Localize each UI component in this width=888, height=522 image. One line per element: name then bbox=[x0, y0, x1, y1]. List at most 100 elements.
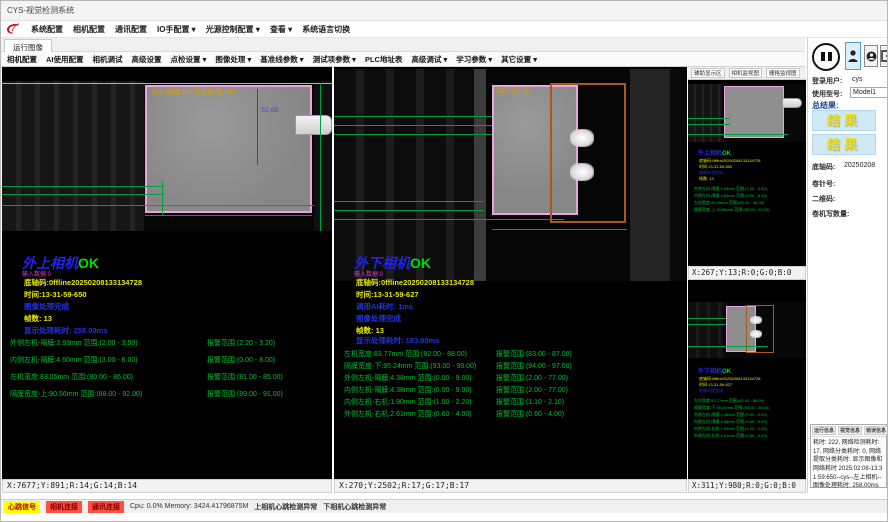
thumb-measure: 外侧左机-右机:2.61mm 范围:(0.60 - 4.00) bbox=[694, 433, 767, 439]
green-measure-line bbox=[334, 210, 484, 211]
measurement-alarm: 报警范围:(2.00 - 77.00) bbox=[496, 385, 568, 395]
thumb-measure: 外侧左机-隔膜:4.38mm 范围:(0.00 - 9.00) bbox=[694, 412, 767, 418]
pause-button[interactable] bbox=[812, 43, 840, 71]
log-tab-vision-info[interactable]: 视觉信息 bbox=[838, 426, 862, 435]
measurement-alarm: 报警范围:(83.00 - 87.00) bbox=[496, 349, 572, 359]
bright-tab-blob bbox=[570, 163, 594, 181]
user-button[interactable] bbox=[864, 45, 878, 67]
thumbnail-upper-camera[interactable]: 外上相机OK 底轴码:0ffline20250208133134728 时间:1… bbox=[688, 80, 806, 266]
thumbnail-tab-strip: 辅助显示区 相机监视图 栅格监视图 bbox=[688, 67, 806, 80]
bottom-axis-code-value: 20250208 bbox=[844, 162, 875, 169]
yellow-reference-line bbox=[2, 83, 332, 84]
thumb-camera-title: 外上相机OK bbox=[698, 148, 731, 157]
exit-button[interactable] bbox=[880, 45, 888, 67]
thumb-coord-bar-2: X:311;Y:980;R:0;G:0;B:0 bbox=[688, 479, 806, 493]
tool-spot-check[interactable]: 点检设置 ▾ bbox=[171, 54, 207, 65]
tool-plc-table[interactable]: PLC地址表 bbox=[365, 54, 403, 65]
tool-test-params[interactable]: 测试项参数 ▾ bbox=[313, 54, 356, 65]
tool-camera-config[interactable]: 相机配置 bbox=[7, 54, 37, 65]
menu-view[interactable]: 查看 ▾ bbox=[270, 24, 292, 35]
menu-system-config[interactable]: 系统配置 bbox=[31, 24, 63, 35]
measurement-row: 内侧左机-隔膜:4.38mm 范围:(0.00 - 9.00) 报警范围:(2.… bbox=[334, 385, 687, 395]
green-measure-line bbox=[334, 201, 484, 202]
machinery-right-band bbox=[630, 69, 670, 281]
processing-done-text: 图像处理完成 bbox=[356, 313, 401, 324]
measurement-alarm: 报警范围:(2.00 - 77.00) bbox=[496, 373, 568, 383]
measurement-alarm: 报警范围:(1.10 - 2.10) bbox=[496, 397, 564, 407]
tool-advanced-debug[interactable]: 高级调试 ▾ bbox=[411, 54, 447, 65]
measurement-value: 外侧左机-隔膜:2.93mm 范围:(2.00 - 3.50) bbox=[10, 338, 138, 348]
tool-other-settings[interactable]: 其它设置 ▾ bbox=[501, 54, 537, 65]
tool-image-processing[interactable]: 图像处理 ▾ bbox=[215, 54, 251, 65]
green-measure-vline bbox=[162, 181, 163, 215]
green-measure-line bbox=[2, 194, 164, 195]
frame-count-text: 帧数: 13 bbox=[24, 313, 52, 324]
thumb-measure: 左机宽度:83.77mm 范围:(82.00 - 88.00) bbox=[694, 398, 764, 404]
toolbar: 相机配置 AI使用配置 相机调试 高级设置 点检设置 ▾ 图像处理 ▾ 基准线参… bbox=[1, 52, 805, 67]
tool-camera-debug[interactable]: 相机调试 bbox=[93, 54, 123, 65]
measurement-row: 隔膜宽度-上:90.56mm 范围:(88.00 - 92.00) 报警范围:(… bbox=[2, 389, 332, 399]
green-measure-line bbox=[334, 134, 497, 135]
measurement-row: 左机宽度:83.77mm 范围:(82.00 - 88.00) 报警范围:(83… bbox=[334, 349, 687, 359]
green-edge-vline bbox=[320, 83, 321, 231]
green-measure-line bbox=[145, 215, 312, 216]
thumb-tab-camera-monitor[interactable]: 相机监视图 bbox=[729, 68, 763, 78]
tool-baseline-params[interactable]: 基准线参数 ▾ bbox=[260, 54, 303, 65]
measurement-row: 内侧左机-隔膜:4.60mm 范围:(3.00 - 6.00) 报警范围:(0.… bbox=[2, 355, 332, 365]
user-mode-button-active[interactable] bbox=[845, 42, 861, 70]
winding-pin-label: 卷针号: bbox=[812, 179, 835, 189]
tab-run-image[interactable]: 运行图像 bbox=[4, 39, 52, 52]
processing-done-text: 图像处理完成 bbox=[24, 301, 69, 312]
green-measure-line bbox=[334, 116, 497, 117]
menu-language-switch[interactable]: 系统语言切换 bbox=[302, 24, 350, 35]
qrcode-label: 二维码: bbox=[812, 194, 835, 204]
camera-image-lower: AI检测区域 bbox=[334, 69, 687, 281]
green-measure-line bbox=[2, 186, 164, 187]
menu-io-config[interactable]: IO手配置 ▾ bbox=[157, 24, 196, 35]
thumb-camera-ok: OK bbox=[722, 151, 731, 157]
blue-measure-value: 52.68 bbox=[261, 107, 279, 114]
lower-camera-alert: 下相机心跳检测异常 bbox=[323, 502, 386, 512]
log-tab-run-info[interactable]: 运行信息 bbox=[812, 426, 836, 435]
camera-image-upper: 好的阈值:93, 动态阈值:100 52.68 bbox=[2, 81, 332, 231]
menu-bar: 系统配置 相机配置 通讯配置 IO手配置 ▾ 光源控制配置 ▾ 查看 ▾ 系统语… bbox=[1, 21, 888, 38]
measurement-row: 内侧左机-右机:1.90mm 范围:(1.00 - 2.20) 报警范围:(1.… bbox=[334, 397, 687, 407]
camera-status-ok: OK bbox=[410, 255, 431, 271]
measurement-value: 外侧左机-隔膜:4.38mm 范围:(0.00 - 9.00) bbox=[344, 373, 472, 383]
login-user-label: 登录用户: bbox=[812, 76, 842, 86]
model-value-box[interactable]: Model1 bbox=[850, 87, 888, 98]
green-measure-line bbox=[492, 229, 627, 230]
thumb-green-line bbox=[688, 124, 730, 125]
log-tab-error-info[interactable]: 错误信息 bbox=[864, 426, 888, 435]
camera-view-upper[interactable]: 好的阈值:93, 动态阈值:100 52.68 外上相机OK 输入数据:0 底轴… bbox=[2, 67, 332, 479]
measurement-value: 内侧左机-隔膜:4.60mm 范围:(3.00 - 6.00) bbox=[10, 355, 138, 365]
tool-learning-params[interactable]: 学习参数 ▾ bbox=[456, 54, 492, 65]
camera-view-lower[interactable]: AI检测区域 外下相机OK 输入数据:0 底轴码:0ffline20250208… bbox=[334, 67, 687, 479]
upper-camera-alert: 上相机心跳检测异常 bbox=[254, 502, 317, 512]
machinery-left-area bbox=[2, 81, 144, 231]
measurement-alarm: 报警范围:(81.00 - 85.00) bbox=[207, 372, 283, 382]
menu-comm-config[interactable]: 通讯配置 bbox=[115, 24, 147, 35]
menu-light-config[interactable]: 光源控制配置 ▾ bbox=[206, 24, 260, 35]
thumb-camera-title: 外下相机OK bbox=[698, 366, 731, 375]
application-window: CYS-视觉检测系统 系统配置 相机配置 通讯配置 IO手配置 ▾ 光源控制配置… bbox=[0, 0, 888, 522]
machinery-left-area bbox=[334, 69, 474, 281]
thumb-tab-grid-monitor[interactable]: 栅格监视图 bbox=[766, 68, 800, 78]
menu-camera-config[interactable]: 相机配置 bbox=[73, 24, 105, 35]
thumb-measure: 内侧左机-隔膜:4.60mm 范围:(3.00 - 6.00) bbox=[694, 193, 767, 199]
cpu-memory-text: Cpu: 0.0% Memory: 3424.41796875M bbox=[130, 503, 248, 510]
blue-measure-line bbox=[257, 89, 258, 165]
thumb-green-line bbox=[688, 346, 768, 347]
tool-advanced-settings[interactable]: 高级设置 bbox=[132, 54, 162, 65]
measurement-alarm: 报警范围:(2.20 - 3.20) bbox=[207, 338, 275, 348]
log-text[interactable]: 耗时: 222, 网络检测耗时: 17, 网络分类耗时: 0, 网络提取分类耗时… bbox=[811, 437, 886, 493]
tool-ai-config[interactable]: AI使用配置 bbox=[46, 54, 84, 65]
user-circle-icon bbox=[866, 51, 877, 62]
thumbnail-lower-camera[interactable]: 外下相机OK 底轴码:0ffline20250208133134728 时间:1… bbox=[688, 280, 806, 479]
bright-vertical-band bbox=[474, 69, 486, 281]
thumb-tab-aux-display[interactable]: 辅助显示区 bbox=[691, 68, 725, 78]
measurement-alarm: 报警范围:(0.60 - 4.00) bbox=[496, 409, 564, 419]
elapsed-text: 显示处理耗时: 183.00ms bbox=[356, 335, 439, 346]
measurement-value: 左机宽度:83.05mm 范围:(80.00 - 86.00) bbox=[10, 372, 133, 382]
green-measure-line bbox=[334, 125, 497, 126]
